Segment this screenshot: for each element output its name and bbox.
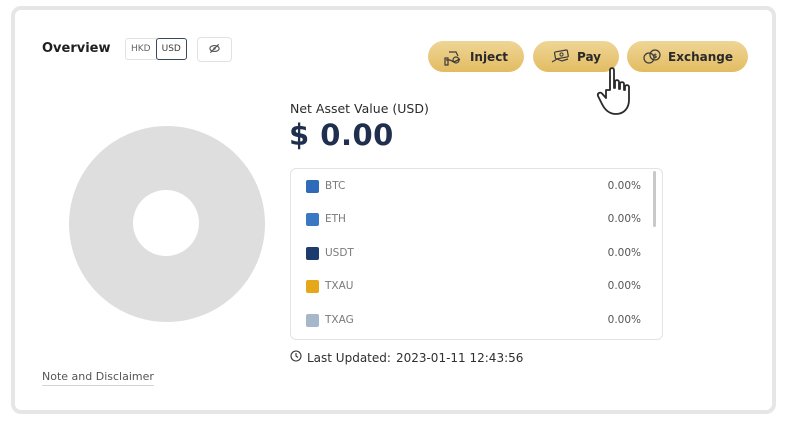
currency-option-usd[interactable]: USD xyxy=(155,38,187,60)
asset-list-scrollbar[interactable] xyxy=(653,171,656,227)
asset-percent: 0.00% xyxy=(607,213,641,225)
asset-row-txau: TXAU 0.00% xyxy=(291,276,641,296)
pay-label: Pay xyxy=(576,49,602,64)
hand-coin-icon xyxy=(444,48,464,66)
clock-icon xyxy=(290,350,302,365)
asset-color-swatch xyxy=(306,279,319,293)
allocation-donut-chart xyxy=(69,126,265,322)
inject-label: Inject xyxy=(469,49,509,64)
asset-name: TXAU xyxy=(325,280,354,292)
exchange-button[interactable]: $ Exchange xyxy=(627,41,748,72)
asset-row-btc: BTC 0.00% xyxy=(291,176,641,196)
asset-name: ETH xyxy=(325,213,346,225)
note-and-disclaimer-link[interactable]: Note and Disclaimer xyxy=(42,370,154,386)
coin-exchange-icon: $ xyxy=(642,48,662,66)
hide-balance-button[interactable] xyxy=(197,37,232,62)
asset-row-eth: ETH 0.00% xyxy=(291,209,641,229)
asset-percent: 0.00% xyxy=(607,180,641,192)
inject-button[interactable]: Inject xyxy=(428,41,524,72)
eye-slash-icon xyxy=(208,40,221,59)
asset-color-swatch xyxy=(306,179,319,193)
asset-allocation-list: BTC 0.00% ETH 0.00% USDT 0.00% TXAU 0.00… xyxy=(290,168,663,340)
asset-row-txag: TXAG 0.00% xyxy=(291,310,641,330)
svg-text:$: $ xyxy=(653,53,657,60)
asset-color-swatch xyxy=(306,246,319,260)
overview-title: Overview xyxy=(42,41,111,56)
net-asset-value-label: Net Asset Value (USD) xyxy=(290,101,429,116)
asset-name: USDT xyxy=(325,247,354,259)
last-updated-label: Last Updated: xyxy=(307,350,391,365)
net-asset-value: $ 0.00 xyxy=(289,118,394,152)
exchange-label: Exchange xyxy=(668,49,733,64)
asset-percent: 0.00% xyxy=(607,314,641,326)
asset-percent: 0.00% xyxy=(607,280,641,292)
last-updated: Last Updated: 2023-01-11 12:43:56 xyxy=(290,350,523,365)
currency-option-hkd[interactable]: HKD xyxy=(125,38,157,60)
asset-color-swatch xyxy=(306,212,319,226)
asset-name: BTC xyxy=(325,180,346,192)
cash-hand-icon xyxy=(551,48,571,65)
hand-pointer-icon xyxy=(596,66,644,124)
currency-toggle: HKD USD xyxy=(125,38,187,62)
asset-color-swatch xyxy=(306,313,319,327)
asset-name: TXAG xyxy=(325,314,354,326)
asset-row-usdt: USDT 0.00% xyxy=(291,243,641,263)
donut-center xyxy=(133,190,199,256)
last-updated-value: 2023-01-11 12:43:56 xyxy=(395,350,524,365)
asset-percent: 0.00% xyxy=(607,247,641,259)
